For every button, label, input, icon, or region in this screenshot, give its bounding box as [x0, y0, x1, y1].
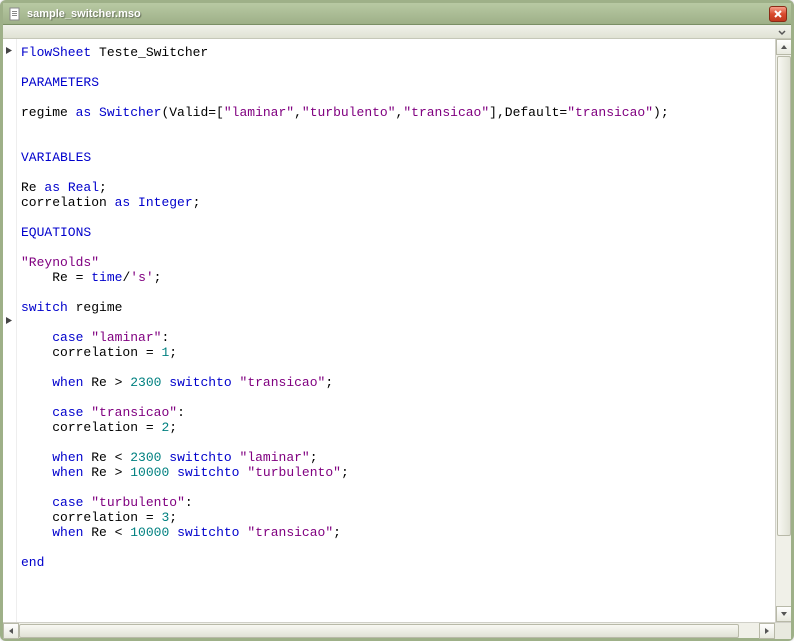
- string: 's': [130, 270, 153, 285]
- keyword: EQUATIONS: [21, 225, 91, 240]
- number: 10000: [130, 525, 169, 540]
- window-title: sample_switcher.mso: [27, 8, 769, 20]
- keyword: switchto: [169, 375, 231, 390]
- editor-area: FlowSheet Teste_Switcher PARAMETERS regi…: [3, 39, 791, 622]
- toolbar-overflow-strip: [3, 25, 791, 39]
- identifier: correlation: [21, 195, 115, 210]
- string: "transicao": [91, 405, 177, 420]
- string: "turbulento": [302, 105, 396, 120]
- fold-toggle-icon[interactable]: [5, 316, 14, 325]
- scrollbar-track[interactable]: [19, 623, 759, 638]
- scrollbar-thumb[interactable]: [777, 56, 791, 536]
- number: 2300: [130, 450, 161, 465]
- type: Integer: [138, 195, 193, 210]
- keyword: end: [21, 555, 44, 570]
- scroll-down-button[interactable]: [776, 606, 791, 622]
- keyword: time: [91, 270, 122, 285]
- scrollbar-thumb[interactable]: [19, 624, 739, 638]
- keyword: switchto: [177, 525, 239, 540]
- keyword: when: [52, 465, 83, 480]
- keyword: when: [52, 375, 83, 390]
- keyword: PARAMETERS: [21, 75, 99, 90]
- keyword: when: [52, 450, 83, 465]
- string: "laminar": [224, 105, 294, 120]
- horizontal-scrollbar[interactable]: [3, 622, 791, 638]
- type: Real: [68, 180, 99, 195]
- close-button[interactable]: [769, 6, 787, 22]
- keyword: switchto: [169, 450, 231, 465]
- titlebar[interactable]: sample_switcher.mso: [3, 3, 791, 25]
- keyword: case: [52, 495, 83, 510]
- string: "transicao": [567, 105, 653, 120]
- string: "laminar": [240, 450, 310, 465]
- keyword: switchto: [177, 465, 239, 480]
- type: Switcher: [99, 105, 161, 120]
- keyword: FlowSheet: [21, 45, 91, 60]
- string: "transicao": [240, 375, 326, 390]
- string: "turbulento": [91, 495, 185, 510]
- keyword: case: [52, 330, 83, 345]
- keyword: as: [76, 105, 92, 120]
- identifier: Teste_Switcher: [91, 45, 208, 60]
- string: "Reynolds": [21, 255, 99, 270]
- string: "transicao": [247, 525, 333, 540]
- fold-gutter: [3, 39, 17, 622]
- toolbar-overflow-icon[interactable]: [777, 27, 787, 37]
- number: 10000: [130, 465, 169, 480]
- keyword: when: [52, 525, 83, 540]
- fold-toggle-icon[interactable]: [5, 46, 14, 55]
- scrollbar-corner: [775, 623, 791, 639]
- string: "turbulento": [247, 465, 341, 480]
- code-editor[interactable]: FlowSheet Teste_Switcher PARAMETERS regi…: [17, 39, 775, 622]
- number: 2300: [130, 375, 161, 390]
- keyword: as: [115, 195, 131, 210]
- file-icon: [7, 6, 23, 22]
- keyword: VARIABLES: [21, 150, 91, 165]
- keyword: as: [44, 180, 60, 195]
- scroll-up-button[interactable]: [776, 39, 791, 55]
- string: "transicao": [403, 105, 489, 120]
- identifier: regime: [21, 105, 76, 120]
- string: "laminar": [91, 330, 161, 345]
- vertical-scrollbar[interactable]: [775, 39, 791, 622]
- identifier: Re: [21, 180, 44, 195]
- keyword: switch: [21, 300, 68, 315]
- editor-window: sample_switcher.mso FlowSheet Teste_Swit…: [0, 0, 794, 641]
- scroll-left-button[interactable]: [3, 623, 19, 639]
- scroll-right-button[interactable]: [759, 623, 775, 639]
- keyword: case: [52, 405, 83, 420]
